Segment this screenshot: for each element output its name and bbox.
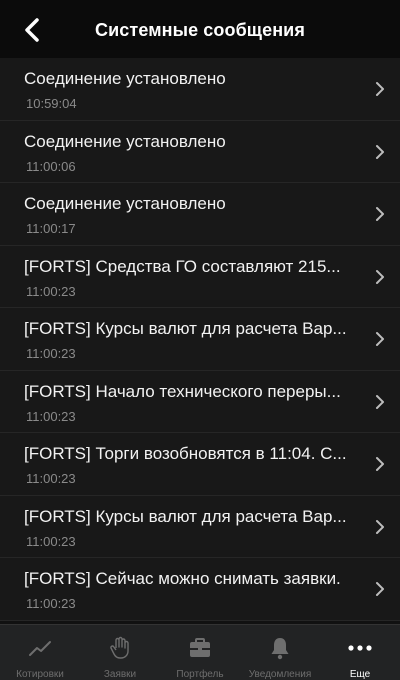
chart-line-icon: [29, 641, 51, 656]
message-row[interactable]: Соединение установлено 11:00:06: [0, 120, 400, 183]
system-messages-screen: Системные сообщения Соединение установле…: [0, 0, 400, 680]
message-title: [FORTS] Торги возобновятся в 11:04. С...: [24, 444, 347, 463]
message-row[interactable]: Соединение установлено 11:00:17: [0, 183, 400, 246]
message-title: Соединение установлено: [24, 194, 226, 213]
chevron-right-icon: [376, 394, 384, 409]
message-time: 11:00:23: [26, 471, 76, 486]
message-title: Соединение установлено: [24, 69, 226, 88]
tab-label: Котировки: [16, 669, 64, 680]
message-row[interactable]: Соединение установлено 10:59:04: [0, 58, 400, 121]
message-time: 11:00:23: [26, 408, 76, 424]
message-row[interactable]: [FORTS] Торги возобновятся в 11:04. С...…: [0, 433, 400, 496]
tab-label: Уведомления: [248, 669, 312, 680]
chevron-right-icon: [376, 269, 384, 284]
message-time: 11:00:17: [26, 221, 76, 236]
message-time: 10:59:04: [26, 96, 77, 111]
chevron-left-icon: [25, 18, 39, 42]
bell-icon: [271, 638, 289, 660]
chevron-right-icon: [376, 457, 384, 471]
tab-label: Портфель: [176, 669, 224, 680]
message-row[interactable]: [FORTS] Сейчас можно снимать заявки. 11:…: [0, 558, 400, 621]
tab-more[interactable]: Еще: [320, 625, 400, 680]
message-title: [FORTS] Начало технического переры...: [24, 381, 341, 401]
tab-label: Еще: [349, 669, 371, 680]
page-title: Системные сообщения: [95, 19, 305, 40]
chevron-right-icon: [376, 519, 384, 534]
message-title: [FORTS] Курсы валют для расчета Вар...: [24, 319, 347, 338]
chevron-right-icon: [376, 82, 384, 96]
tab-portfolio[interactable]: Портфель: [160, 625, 240, 680]
briefcase-icon: [190, 638, 210, 657]
messages-list: Соединение установлено 10:59:04 Соединен…: [0, 58, 400, 621]
tab-orders[interactable]: Заявки: [80, 625, 160, 680]
chevron-right-icon: [376, 582, 384, 596]
back-button[interactable]: [18, 16, 46, 44]
tab-notifications[interactable]: Уведомления: [240, 625, 320, 680]
message-row[interactable]: [FORTS] Курсы валют для расчета Вар... 1…: [0, 308, 400, 371]
message-time: 11:00:06: [26, 158, 76, 174]
message-title: [FORTS] Средства ГО составляют 215...: [24, 256, 341, 276]
message-row[interactable]: [FORTS] Курсы валют для расчета Вар... 1…: [0, 495, 400, 558]
chevron-right-icon: [376, 144, 384, 159]
nav-header: Системные сообщения: [0, 0, 400, 60]
chevron-right-icon: [376, 207, 384, 221]
tab-label: Заявки: [103, 669, 137, 680]
message-title: [FORTS] Курсы валют для расчета Вар...: [24, 506, 347, 526]
message-row[interactable]: [FORTS] Средства ГО составляют 215... 11…: [0, 245, 400, 308]
message-time: 11:00:23: [26, 283, 76, 299]
message-title: [FORTS] Сейчас можно снимать заявки.: [24, 569, 341, 588]
tab-quotes[interactable]: Котировки: [0, 625, 80, 680]
hand-icon: [110, 636, 129, 659]
more-dots-icon: [348, 645, 372, 651]
message-time: 11:00:23: [26, 346, 76, 361]
message-title: Соединение установлено: [24, 131, 226, 151]
chevron-right-icon: [376, 332, 384, 346]
message-row[interactable]: [FORTS] Начало технического переры... 11…: [0, 370, 400, 433]
message-time: 11:00:23: [26, 596, 76, 611]
message-time: 11:00:23: [26, 533, 76, 549]
tab-bar: Котировки Заявки Портфель Уведомления Ещ…: [0, 624, 400, 680]
